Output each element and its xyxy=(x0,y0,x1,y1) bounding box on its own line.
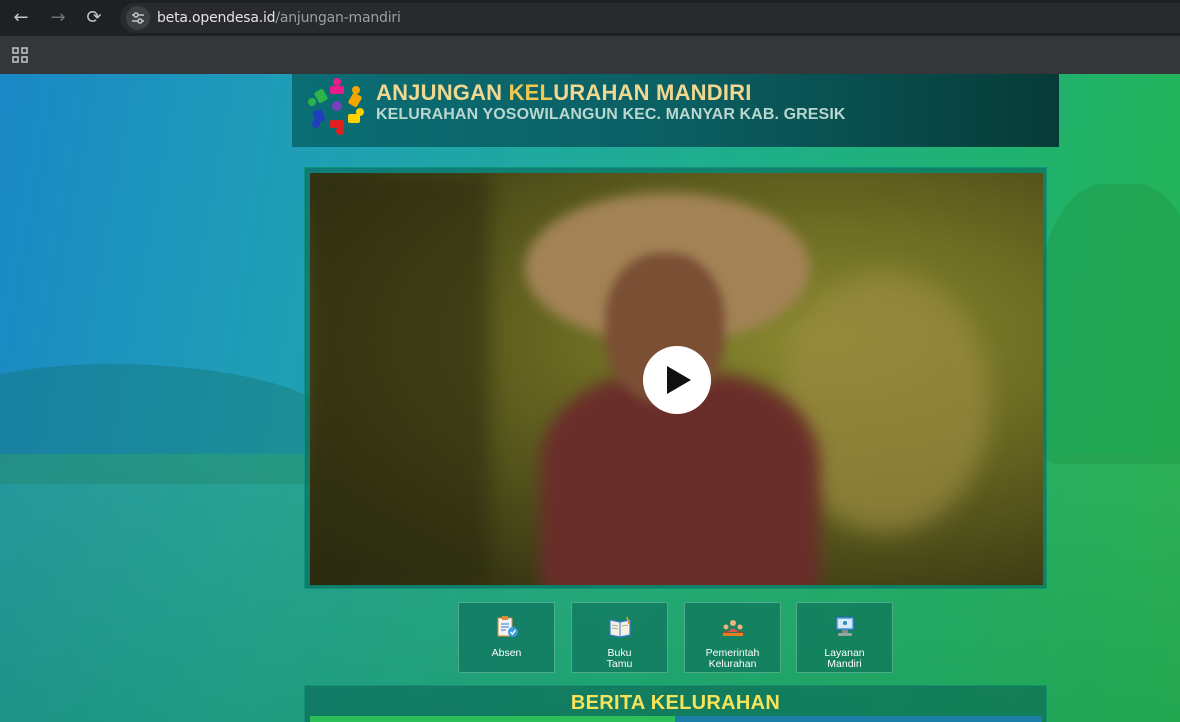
menu-tile-label: Layanan Mandiri xyxy=(824,647,865,670)
site-settings-icon[interactable] xyxy=(126,6,150,30)
news-title: BERITA KELURAHAN xyxy=(570,692,781,714)
menu-tile-label: Pemerintah Kelurahan xyxy=(705,647,760,670)
url-domain: beta.opendesa.id xyxy=(157,10,276,26)
video-shadow xyxy=(310,173,490,585)
title-part-1: ANJUNGAN xyxy=(376,80,509,105)
government-people-icon xyxy=(722,620,744,636)
play-button[interactable] xyxy=(643,346,711,414)
video-frame xyxy=(304,167,1047,589)
browser-toolbar: ← → ⟳ beta.opendesa.id/anjungan-mandiri xyxy=(0,0,1180,36)
forward-arrow-icon[interactable]: → xyxy=(46,6,70,30)
self-service-computer-icon xyxy=(835,616,855,636)
news-slider-bar xyxy=(310,716,675,722)
menu-tile-buku-tamu[interactable]: Buku Tamu xyxy=(571,602,668,673)
video-player[interactable] xyxy=(310,173,1043,585)
title-part-3: URAHAN MANDIRI xyxy=(553,80,752,105)
kiosk-header: ANJUNGAN KELURAHAN MANDIRI KELURAHAN YOS… xyxy=(292,74,1059,147)
back-arrow-icon[interactable]: ← xyxy=(9,6,33,30)
menu-tile-pemerintah-kelurahan[interactable]: Pemerintah Kelurahan xyxy=(684,602,781,673)
kiosk-page: ANJUNGAN KELURAHAN MANDIRI KELURAHAN YOS… xyxy=(0,74,1180,722)
menu-tile-layanan-mandiri[interactable]: Layanan Mandiri xyxy=(796,602,893,673)
news-slider-bar-secondary xyxy=(675,716,1042,722)
guest-book-icon xyxy=(609,616,631,638)
kiosk-title: ANJUNGAN KELURAHAN MANDIRI xyxy=(376,80,752,106)
menu-tile-label: Buku Tamu xyxy=(606,647,633,670)
apps-grid-icon[interactable] xyxy=(12,47,28,63)
kiosk-subtitle: KELURAHAN YOSOWILANGUN KEC. MANYAR KAB. … xyxy=(376,106,846,123)
play-icon xyxy=(667,366,691,394)
background-trees xyxy=(1040,184,1180,464)
menu-tile-absen[interactable]: Absen xyxy=(458,602,555,673)
opendesa-logo-icon xyxy=(308,78,364,135)
news-section: BERITA KELURAHAN xyxy=(304,685,1047,722)
clipboard-check-icon xyxy=(497,616,518,637)
bookmarks-bar xyxy=(0,36,1180,74)
url-path: /anjungan-mandiri xyxy=(275,10,401,26)
url-text[interactable]: beta.opendesa.id/anjungan-mandiri xyxy=(157,10,401,26)
title-part-2: KEL xyxy=(508,80,554,105)
address-bar[interactable]: beta.opendesa.id/anjungan-mandiri xyxy=(120,3,1180,33)
menu-tile-label: Absen xyxy=(491,647,522,659)
reload-icon[interactable]: ⟳ xyxy=(82,6,106,30)
